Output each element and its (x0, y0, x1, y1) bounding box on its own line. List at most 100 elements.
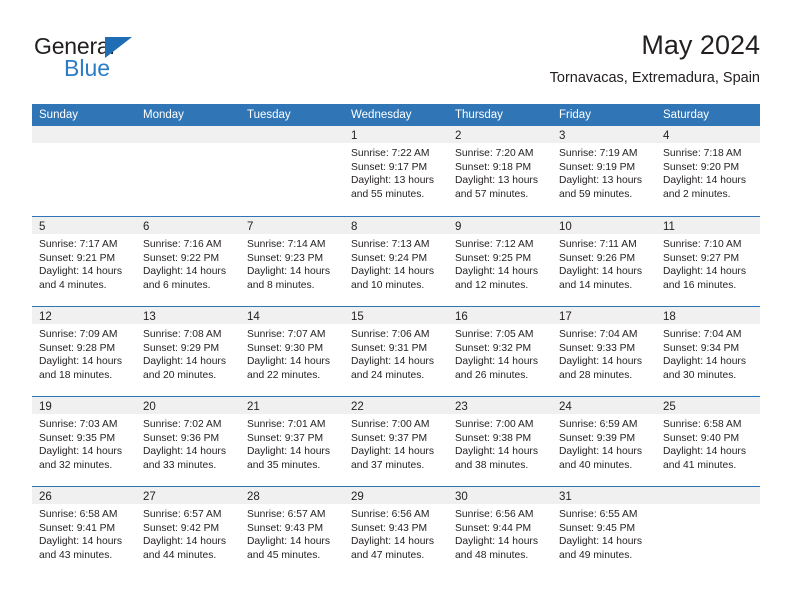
day-number: 23 (455, 401, 468, 413)
day-detail-line: Sunset: 9:38 PM (455, 432, 532, 444)
day-details: Sunrise: 7:09 AM Sunset: 9:28 PM Daylight:… (32, 324, 136, 382)
day-details: Sunrise: 7:04 AM Sunset: 9:34 PM Daylight:… (656, 324, 760, 382)
day-cell-19[interactable]: 19 Sunrise: 7:03 AM Sunset: 9:35 PM Dayligh… (32, 397, 136, 486)
day-details: Sunrise: 6:56 AM Sunset: 9:43 PM Daylight:… (344, 504, 448, 562)
calendar-week-row: 1 Sunrise: 7:22 AM Sunset: 9:17 PM Daylight… (32, 126, 760, 216)
calendar-week-row: 26 Sunrise: 6:58 AM Sunset: 9:41 PM Dayligh… (32, 486, 760, 576)
day-detail-line: and 37 minutes. (351, 459, 425, 471)
day-detail-line: Daylight: 14 hours (559, 536, 642, 548)
day-details: Sunrise: 7:22 AM Sunset: 9:17 PM Daylight:… (344, 143, 448, 201)
day-detail-line: Daylight: 14 hours (663, 266, 746, 278)
day-detail-line: and 45 minutes. (247, 549, 321, 561)
day-detail-line: and 57 minutes. (455, 188, 529, 200)
day-details: Sunrise: 7:18 AM Sunset: 9:20 PM Daylight:… (656, 143, 760, 201)
day-detail-line: and 14 minutes. (559, 279, 633, 291)
day-cell-5[interactable]: 5 Sunrise: 7:17 AM Sunset: 9:21 PM Daylight… (32, 217, 136, 306)
day-cell-7[interactable]: 7 Sunrise: 7:14 AM Sunset: 9:23 PM Daylight… (240, 217, 344, 306)
day-cell-22[interactable]: 22 Sunrise: 7:00 AM Sunset: 9:37 PM Dayligh… (344, 397, 448, 486)
day-details: Sunrise: 7:02 AM Sunset: 9:36 PM Daylight:… (136, 414, 240, 472)
calendar-week-row: 19 Sunrise: 7:03 AM Sunset: 9:35 PM Dayligh… (32, 396, 760, 486)
day-details: Sunrise: 7:00 AM Sunset: 9:38 PM Daylight:… (448, 414, 552, 472)
day-detail-line: and 4 minutes. (39, 279, 107, 291)
day-cell-26[interactable]: 26 Sunrise: 6:58 AM Sunset: 9:41 PM Dayligh… (32, 487, 136, 576)
day-detail-line: Daylight: 14 hours (39, 446, 122, 458)
day-cell-6[interactable]: 6 Sunrise: 7:16 AM Sunset: 9:22 PM Daylight… (136, 217, 240, 306)
day-detail-line: Sunrise: 6:58 AM (663, 419, 742, 430)
calendar-weeks: 1 Sunrise: 7:22 AM Sunset: 9:17 PM Daylight… (32, 126, 760, 576)
day-detail-line: Sunrise: 7:19 AM (559, 148, 638, 159)
day-detail-line: Sunrise: 7:12 AM (455, 239, 534, 250)
day-number-strip (32, 126, 136, 143)
day-detail-line: and 43 minutes. (39, 549, 113, 561)
day-cell-14[interactable]: 14 Sunrise: 7:07 AM Sunset: 9:30 PM Dayligh… (240, 307, 344, 396)
day-details: Sunrise: 6:57 AM Sunset: 9:42 PM Daylight:… (136, 504, 240, 562)
day-detail-line: and 10 minutes. (351, 279, 425, 291)
day-cell-empty (136, 126, 240, 216)
day-cell-27[interactable]: 27 Sunrise: 6:57 AM Sunset: 9:42 PM Dayligh… (136, 487, 240, 576)
day-detail-line: Daylight: 14 hours (663, 356, 746, 368)
day-detail-line: Sunrise: 7:06 AM (351, 329, 430, 340)
day-details: Sunrise: 7:13 AM Sunset: 9:24 PM Daylight:… (344, 234, 448, 292)
day-detail-line: Sunset: 9:41 PM (39, 522, 116, 534)
day-detail-line: Sunset: 9:34 PM (663, 342, 740, 354)
day-number: 14 (247, 311, 260, 323)
day-detail-line: Sunrise: 6:58 AM (39, 509, 118, 520)
day-cell-3[interactable]: 3 Sunrise: 7:19 AM Sunset: 9:19 PM Daylight… (552, 126, 656, 216)
day-cell-24[interactable]: 24 Sunrise: 6:59 AM Sunset: 9:39 PM Dayligh… (552, 397, 656, 486)
day-detail-line: Sunrise: 7:13 AM (351, 239, 430, 250)
day-cell-13[interactable]: 13 Sunrise: 7:08 AM Sunset: 9:29 PM Dayligh… (136, 307, 240, 396)
day-detail-line: and 35 minutes. (247, 459, 321, 471)
day-cell-17[interactable]: 17 Sunrise: 7:04 AM Sunset: 9:33 PM Dayligh… (552, 307, 656, 396)
day-number: 24 (559, 401, 572, 413)
day-cell-10[interactable]: 10 Sunrise: 7:11 AM Sunset: 9:26 PM Dayligh… (552, 217, 656, 306)
day-cell-20[interactable]: 20 Sunrise: 7:02 AM Sunset: 9:36 PM Dayligh… (136, 397, 240, 486)
day-cell-4[interactable]: 4 Sunrise: 7:18 AM Sunset: 9:20 PM Daylight… (656, 126, 760, 216)
day-detail-line: and 49 minutes. (559, 549, 633, 561)
calendar-grid: Sunday Monday Tuesday Wednesday Thursday Frid… (32, 104, 760, 576)
day-details: Sunrise: 7:19 AM Sunset: 9:19 PM Daylight:… (552, 143, 656, 201)
day-detail-line: and 16 minutes. (663, 279, 737, 291)
day-detail-line: Sunrise: 6:57 AM (247, 509, 326, 520)
day-cell-30[interactable]: 30 Sunrise: 6:56 AM Sunset: 9:44 PM Dayligh… (448, 487, 552, 576)
weekday-header-wednesday: Wednesday (351, 109, 412, 121)
day-cell-11[interactable]: 11 Sunrise: 7:10 AM Sunset: 9:27 PM Dayligh… (656, 217, 760, 306)
day-detail-line: Sunrise: 6:55 AM (559, 509, 638, 520)
day-cell-25[interactable]: 25 Sunrise: 6:58 AM Sunset: 9:40 PM Dayligh… (656, 397, 760, 486)
day-cell-2[interactable]: 2 Sunrise: 7:20 AM Sunset: 9:18 PM Daylight… (448, 126, 552, 216)
day-cell-12[interactable]: 12 Sunrise: 7:09 AM Sunset: 9:28 PM Dayligh… (32, 307, 136, 396)
day-detail-line: Sunset: 9:39 PM (559, 432, 636, 444)
day-detail-line: Sunset: 9:31 PM (351, 342, 428, 354)
day-details: Sunrise: 6:57 AM Sunset: 9:43 PM Daylight:… (240, 504, 344, 562)
day-cell-23[interactable]: 23 Sunrise: 7:00 AM Sunset: 9:38 PM Dayligh… (448, 397, 552, 486)
day-cell-15[interactable]: 15 Sunrise: 7:06 AM Sunset: 9:31 PM Dayligh… (344, 307, 448, 396)
day-number-strip: 7 (240, 217, 344, 234)
day-detail-line: Sunrise: 7:11 AM (559, 239, 637, 250)
day-details (32, 143, 136, 147)
day-cell-1[interactable]: 1 Sunrise: 7:22 AM Sunset: 9:17 PM Daylight… (344, 126, 448, 216)
brand-name-bottom: Blue (64, 55, 111, 81)
day-cell-9[interactable]: 9 Sunrise: 7:12 AM Sunset: 9:25 PM Daylight… (448, 217, 552, 306)
day-detail-line: and 33 minutes. (143, 459, 217, 471)
weekday-header-thursday: Thursday (455, 109, 503, 121)
day-cell-21[interactable]: 21 Sunrise: 7:01 AM Sunset: 9:37 PM Dayligh… (240, 397, 344, 486)
day-detail-line: Sunset: 9:27 PM (663, 252, 740, 264)
day-cell-18[interactable]: 18 Sunrise: 7:04 AM Sunset: 9:34 PM Dayligh… (656, 307, 760, 396)
day-detail-line: Daylight: 14 hours (351, 356, 434, 368)
day-detail-line: Sunset: 9:35 PM (39, 432, 116, 444)
day-detail-line: Daylight: 14 hours (663, 446, 746, 458)
weekday-header-friday: Friday (559, 109, 591, 121)
day-number: 5 (39, 221, 46, 233)
day-details: Sunrise: 7:06 AM Sunset: 9:31 PM Daylight:… (344, 324, 448, 382)
day-detail-line: Sunset: 9:37 PM (247, 432, 324, 444)
day-cell-31[interactable]: 31 Sunrise: 6:55 AM Sunset: 9:45 PM Dayligh… (552, 487, 656, 576)
brand-logo[interactable]: General Blue (34, 34, 174, 86)
day-detail-line: Sunrise: 7:00 AM (351, 419, 430, 430)
day-cell-16[interactable]: 16 Sunrise: 7:05 AM Sunset: 9:32 PM Dayligh… (448, 307, 552, 396)
day-detail-line: Sunrise: 7:22 AM (351, 148, 430, 159)
day-cell-28[interactable]: 28 Sunrise: 6:57 AM Sunset: 9:43 PM Dayligh… (240, 487, 344, 576)
day-number-strip: 9 (448, 217, 552, 234)
day-detail-line: Daylight: 13 hours (351, 175, 434, 187)
day-cell-29[interactable]: 29 Sunrise: 6:56 AM Sunset: 9:43 PM Dayligh… (344, 487, 448, 576)
day-cell-8[interactable]: 8 Sunrise: 7:13 AM Sunset: 9:24 PM Daylight… (344, 217, 448, 306)
day-detail-line: Daylight: 14 hours (351, 446, 434, 458)
